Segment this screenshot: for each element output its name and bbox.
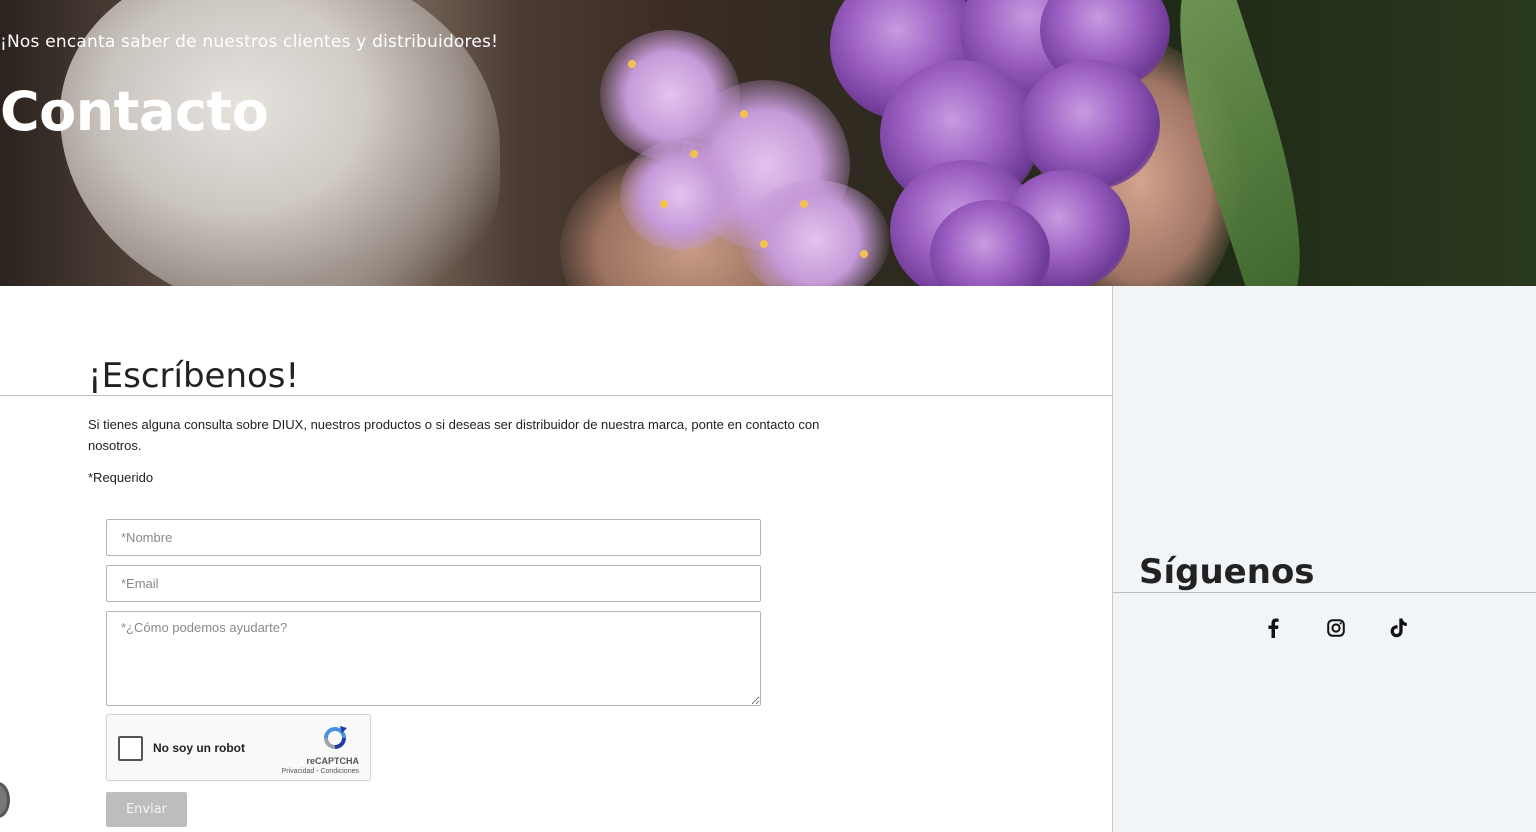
hero-subtitle: ¡Nos encanta saber de nuestros clientes … — [0, 32, 499, 52]
hero-image-petal — [800, 200, 808, 208]
divider — [1113, 592, 1536, 593]
contact-intro-text: Si tienes alguna consulta sobre DIUX, nu… — [88, 417, 820, 453]
page-title: Contacto — [0, 80, 269, 143]
hero-image-petal — [628, 60, 636, 68]
hero-image-petal — [690, 150, 698, 158]
hero-banner: ¡Nos encanta saber de nuestros clientes … — [0, 0, 1536, 286]
tiktok-icon[interactable] — [1387, 616, 1411, 640]
hero-image-flower — [620, 140, 740, 250]
hero-image-petal — [740, 110, 748, 118]
recaptcha-label: No soy un robot — [153, 741, 245, 755]
instagram-icon[interactable] — [1324, 616, 1348, 640]
recaptcha-brand: reCAPTCHA — [306, 756, 359, 766]
send-button[interactable]: Enviar — [106, 792, 187, 827]
recaptcha-checkbox[interactable] — [118, 736, 143, 761]
divider — [0, 395, 1112, 396]
hero-image-petal — [660, 200, 668, 208]
sidebar: Síguenos — [1112, 286, 1536, 832]
hero-image-petal — [860, 250, 868, 258]
recaptcha-logo-icon — [324, 726, 347, 749]
message-field[interactable] — [106, 611, 761, 706]
recaptcha-links[interactable]: Privacidad - Condiciones — [282, 768, 359, 775]
name-field[interactable] — [106, 519, 761, 556]
contact-section: ¡Escríbenos! Si tienes alguna consulta s… — [0, 286, 1112, 832]
follow-heading: Síguenos — [1139, 552, 1315, 592]
hero-image-flower — [740, 180, 890, 286]
facebook-icon[interactable] — [1261, 616, 1285, 640]
required-note: *Requerido — [88, 470, 154, 485]
email-field[interactable] — [106, 565, 761, 602]
hero-image-flower — [1020, 60, 1160, 190]
floating-accessibility-button[interactable] — [0, 782, 10, 818]
recaptcha-widget: No soy un robot reCAPTCHA Privacidad - C… — [106, 714, 371, 781]
hero-image-petal — [760, 240, 768, 248]
contact-heading: ¡Escríbenos! — [88, 356, 300, 396]
